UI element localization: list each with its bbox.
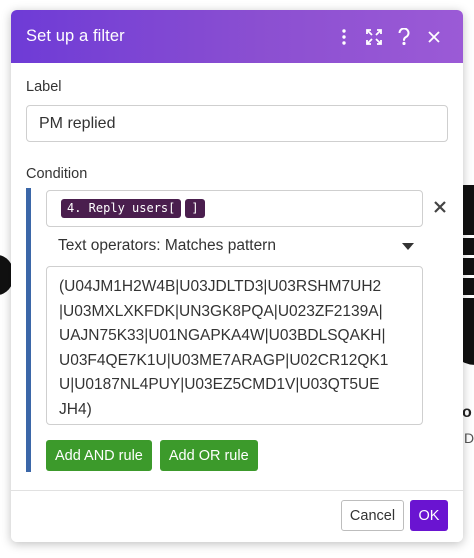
add-and-rule-button[interactable]: Add AND rule	[46, 440, 152, 471]
add-or-rule-button[interactable]: Add OR rule	[159, 440, 258, 471]
pattern-line: (U04JM1H2W4B|U03JDLTD3|U03RSHM7UH2	[59, 278, 382, 295]
remove-condition-icon[interactable]	[431, 198, 449, 216]
rule-buttons: Add AND rule Add OR rule	[46, 440, 258, 471]
filter-dialog: Set up a filter Label PM replied Conditi…	[11, 10, 463, 542]
pattern-line: JH4)	[59, 400, 92, 418]
more-vertical-icon[interactable]	[329, 22, 359, 52]
background-partial-text: D	[464, 430, 474, 446]
label-field-label: Label	[26, 79, 62, 95]
caret-down-icon	[402, 242, 414, 250]
close-icon[interactable]	[419, 22, 449, 52]
label-input[interactable]: PM replied	[26, 105, 448, 142]
operator-value: Text operators: Matches pattern	[58, 237, 276, 254]
operand-token[interactable]: 4. Reply users[	[61, 199, 182, 218]
pattern-line: U|U0187NL4PUY|U03EZ5CMD1V|U03QT5UE	[59, 376, 380, 393]
operand-token[interactable]: ]	[185, 199, 205, 218]
dialog-title: Set up a filter	[26, 27, 125, 45]
dialog-footer: Cancel OK	[11, 490, 463, 542]
condition-rule: 4. Reply users[ ] Text operators: Matche…	[26, 188, 436, 472]
help-icon[interactable]	[389, 22, 419, 52]
background-partial-text: o	[462, 404, 472, 421]
condition-label: Condition	[26, 166, 88, 182]
pattern-line: U03F4QE7K1U|U03ME7ARAGP|U02CR12QK1	[59, 351, 389, 369]
pattern-input[interactable]: (U04JM1H2W4B|U03JDLTD3|U03RSHM7UH2 |U03M…	[46, 266, 423, 425]
cancel-button[interactable]: Cancel	[341, 500, 404, 531]
operator-select[interactable]: Text operators: Matches pattern	[58, 234, 418, 258]
pattern-line: UAJN75K33|U01NGAPKA4W|U03BDLSQAKH|	[59, 327, 386, 344]
expand-icon[interactable]	[359, 22, 389, 52]
ok-button[interactable]: OK	[410, 500, 448, 531]
operand-input[interactable]: 4. Reply users[ ]	[46, 190, 423, 227]
pattern-line: |U03MXLXKFDK|UN3GK8PQA|U023ZF2139A|	[59, 302, 383, 320]
dialog-header: Set up a filter	[11, 10, 463, 63]
